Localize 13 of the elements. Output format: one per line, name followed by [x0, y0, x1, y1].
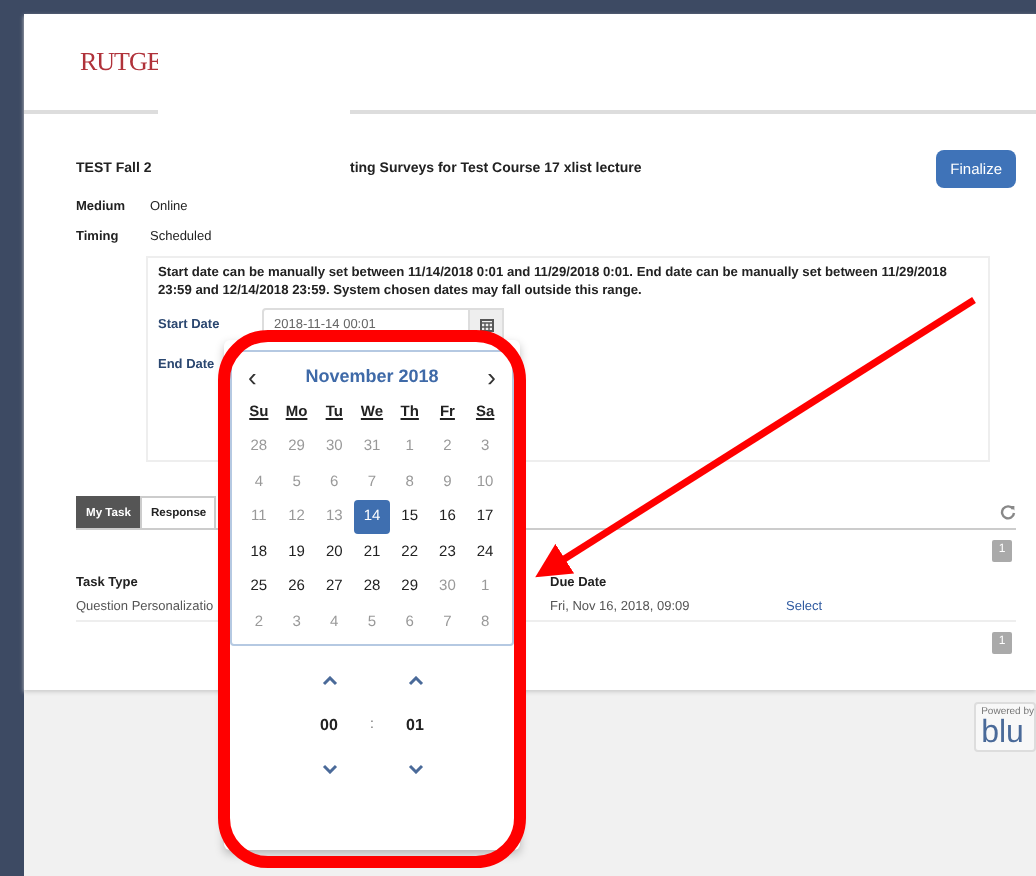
- calendar-icon: [479, 317, 493, 331]
- hour-value: 00: [320, 716, 338, 734]
- minute-value: 01: [406, 716, 424, 734]
- refresh-icon[interactable]: [1000, 504, 1016, 520]
- chevron-down-icon: [407, 764, 423, 774]
- chevron-down-icon: [321, 764, 337, 774]
- brand-name: blu: [981, 718, 1026, 750]
- previous-month-button[interactable]: ‹: [240, 361, 265, 391]
- university-logo: RUTGE: [80, 46, 162, 78]
- chevron-up-icon: [407, 676, 423, 686]
- chevron-up-icon: [321, 676, 337, 686]
- next-month-button[interactable]: ›: [479, 361, 504, 391]
- month-title: November 2018: [305, 366, 439, 386]
